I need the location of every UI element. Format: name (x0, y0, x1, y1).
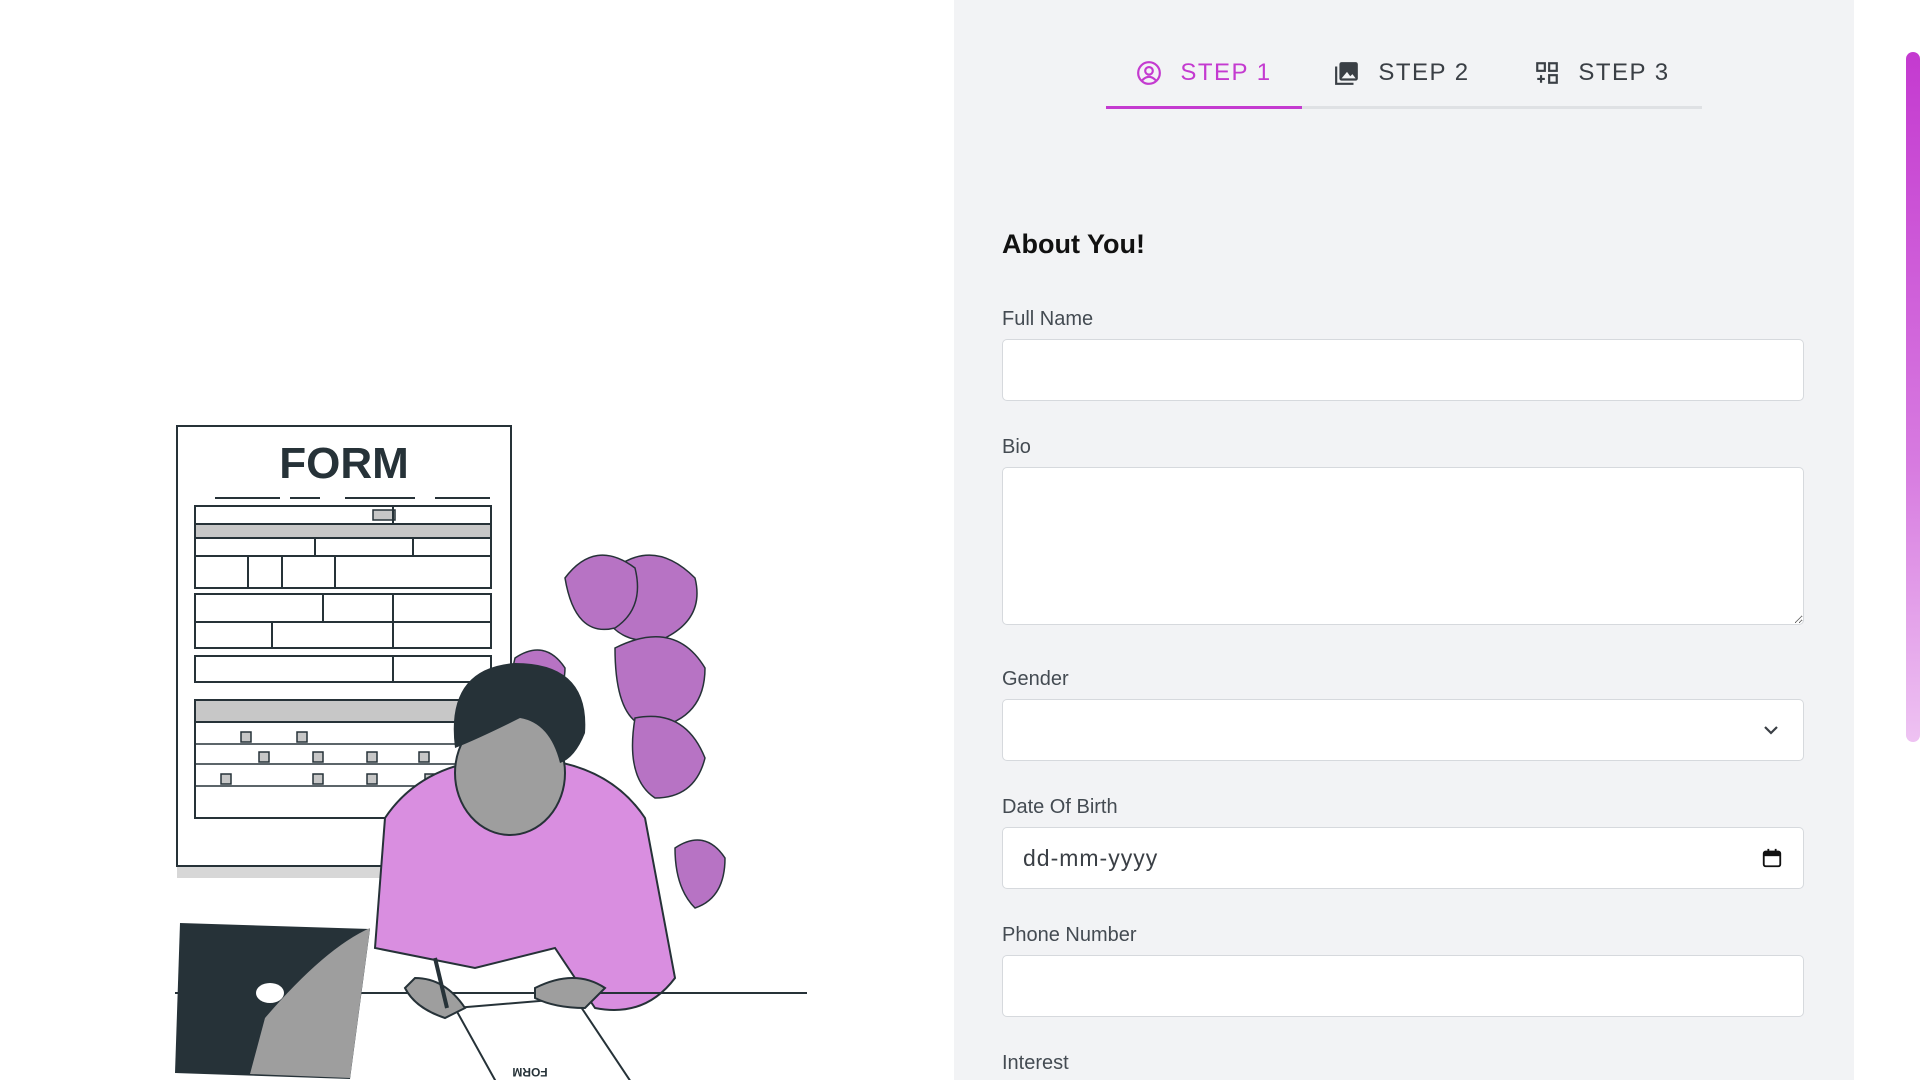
full-name-label: Full Name (1002, 308, 1094, 330)
chevron-down-icon (1764, 726, 1778, 735)
gender-label: Gender (1002, 668, 1069, 690)
tab-step-1-label: STEP 1 (1180, 59, 1272, 86)
tab-step-3-label: STEP 3 (1578, 59, 1670, 86)
phone-input[interactable] (1002, 955, 1804, 1017)
paper-form-text: FORM (512, 1065, 547, 1079)
form-filling-illustration: FORM FORM (175, 425, 807, 1080)
tab-step-2-label: STEP 2 (1378, 59, 1470, 86)
calendar-icon[interactable] (1761, 847, 1783, 869)
dob-input[interactable]: dd-mm-yyyy (1002, 827, 1804, 889)
bio-label: Bio (1002, 436, 1031, 458)
illustration-panel: FORM FORM (0, 0, 954, 1080)
bio-textarea[interactable] (1002, 467, 1804, 625)
form-heading-text: FORM (279, 439, 409, 488)
tab-step-2[interactable]: STEP 2 (1302, 40, 1502, 106)
phone-label: Phone Number (1002, 924, 1137, 946)
tab-step-1[interactable]: STEP 1 (1106, 40, 1302, 109)
section-title: About You! (1002, 229, 1145, 259)
interest-label: Interest (1002, 1052, 1069, 1074)
dob-label: Date Of Birth (1002, 796, 1118, 818)
grid-plus-icon (1536, 62, 1559, 84)
dob-placeholder: dd-mm-yyyy (1023, 844, 1159, 871)
user-circle-icon (1137, 61, 1162, 85)
full-name-input[interactable] (1002, 339, 1804, 401)
gender-select[interactable] (1002, 699, 1804, 761)
image-gallery-icon (1335, 62, 1359, 85)
step-tabs: STEP 1 STEP 2 STEP 3 (1106, 40, 1702, 109)
scrollbar-thumb[interactable] (1906, 52, 1920, 742)
form-panel: STEP 1 STEP 2 STEP 3 About You! Full Nam… (954, 0, 1854, 1080)
tab-step-3[interactable]: STEP 3 (1502, 40, 1702, 106)
